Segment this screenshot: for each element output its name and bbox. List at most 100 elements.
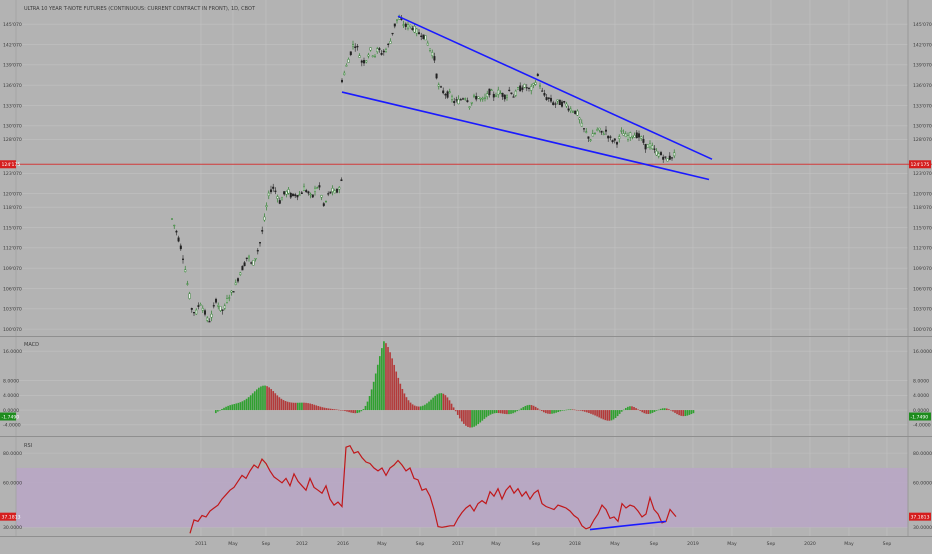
price-candle-body <box>561 101 564 107</box>
price-candle-body <box>413 25 416 33</box>
price-candle-body <box>446 91 449 98</box>
left-axis-tick-label: 80.0000 <box>3 451 22 457</box>
price-candle-body <box>495 95 498 97</box>
macd-histogram-bar <box>294 402 297 411</box>
price-candle-body <box>609 136 612 138</box>
price-candle-body <box>501 92 504 97</box>
price-candle-body <box>267 192 270 196</box>
time-axis-label: 2019 <box>687 541 699 547</box>
macd-histogram-bar <box>329 408 332 411</box>
macd-histogram-bar <box>600 410 603 419</box>
macd-histogram-bar <box>221 408 223 411</box>
price-candle-body <box>660 152 663 156</box>
price-candle-body <box>311 194 314 198</box>
macd-histogram-bar <box>653 410 656 412</box>
right-axis-tick-label: 16.0000 <box>913 349 932 355</box>
price-candle-body <box>331 188 334 192</box>
price-candle-body <box>497 89 500 95</box>
price-candle-body <box>354 46 357 48</box>
macd-histogram-bar <box>223 407 225 411</box>
macd-histogram-bar <box>510 410 512 414</box>
price-candle-body <box>250 262 253 264</box>
price-candle-body <box>468 106 471 108</box>
macd-histogram-bar <box>428 401 430 411</box>
macd-histogram-bar <box>452 407 455 411</box>
price-candle-body <box>400 18 403 20</box>
price-candle-body <box>247 255 250 259</box>
macd-histogram-bar <box>276 395 279 411</box>
price-candle-body <box>490 89 493 91</box>
price-candle-body <box>481 97 484 100</box>
macd-histogram-bar <box>458 410 461 419</box>
macd-histogram-bar <box>545 410 547 414</box>
price-candle-body <box>466 100 469 103</box>
macd-histogram-bar <box>614 410 617 418</box>
left-axis-tick-label: 136'070 <box>3 83 22 89</box>
price-candle-body <box>556 99 559 102</box>
price-candle-body <box>179 245 182 250</box>
price-candle-body <box>583 128 586 130</box>
macd-histogram-bar <box>239 402 242 411</box>
price-candle-body <box>347 59 350 63</box>
price-candle-body <box>448 91 451 93</box>
time-axis-label: Sep <box>262 541 271 547</box>
macd-histogram-bar <box>618 410 621 414</box>
macd-histogram-bar <box>514 410 516 413</box>
price-candle-body <box>563 101 566 103</box>
left-axis-tick-label: 16.0000 <box>3 349 22 355</box>
left-axis-tick-label: 112'070 <box>3 246 22 252</box>
macd-histogram-bar <box>674 410 676 413</box>
price-candle-body <box>589 139 592 141</box>
price-candle-body <box>320 195 323 198</box>
price-candle-body <box>442 90 445 94</box>
price-candle-body <box>336 188 339 193</box>
macd-histogram-bar <box>692 410 695 414</box>
macd-histogram-bar <box>565 409 568 411</box>
price-candle-body <box>523 84 526 88</box>
macd-histogram-bar <box>331 408 334 411</box>
left-axis-tick-label: 109'070 <box>3 266 22 272</box>
macd-histogram-bar <box>485 410 488 418</box>
macd-histogram-bar <box>434 395 436 411</box>
price-candle-body <box>188 293 191 299</box>
price-candle-body <box>270 189 273 193</box>
price-candle-body <box>635 132 638 139</box>
macd-histogram-bar <box>356 410 359 414</box>
price-candle-body <box>433 56 436 61</box>
price-candle-body <box>662 156 665 160</box>
macd-histogram-bar <box>684 410 687 417</box>
price-candle-body <box>545 97 548 100</box>
time-axis-label: 2012 <box>296 541 308 547</box>
price-candle-body <box>576 110 579 116</box>
price-candle-body <box>475 96 478 100</box>
macd-histogram-bar <box>682 410 685 417</box>
price-candle-body <box>541 90 544 92</box>
price-candle-body <box>431 52 434 56</box>
macd-histogram-bar <box>368 396 371 411</box>
price-candle-body <box>435 73 438 79</box>
time-axis-label: May <box>228 541 238 547</box>
macd-histogram-bar <box>538 409 541 411</box>
chart-canvas[interactable]: 145'070 145'070 142'070 142'070 139'070 139'0… <box>0 0 932 550</box>
macd-histogram-bar <box>219 410 221 411</box>
macd-histogram-bar <box>670 410 672 411</box>
macd-histogram-bar <box>495 410 498 414</box>
macd-histogram-bar <box>393 364 395 411</box>
macd-histogram-bar <box>245 398 248 411</box>
macd-histogram-bar <box>465 410 467 426</box>
price-candle-body <box>479 98 482 100</box>
price-candle-body <box>402 24 405 26</box>
macd-histogram-bar <box>676 410 678 415</box>
macd-histogram-bar <box>335 409 338 411</box>
price-candle-body <box>378 48 381 50</box>
macd-histogram-bar <box>504 410 506 414</box>
time-axis-label: 2011 <box>195 541 207 547</box>
price-candle-body <box>624 133 627 137</box>
price-candle-body <box>558 99 561 106</box>
macd-histogram-bar <box>272 391 275 411</box>
macd-histogram-bar <box>333 409 336 411</box>
price-candle-body <box>210 313 213 318</box>
price-candle-body <box>192 312 195 314</box>
price-candle-body <box>241 265 244 271</box>
macd-histogram-bar <box>639 410 641 411</box>
